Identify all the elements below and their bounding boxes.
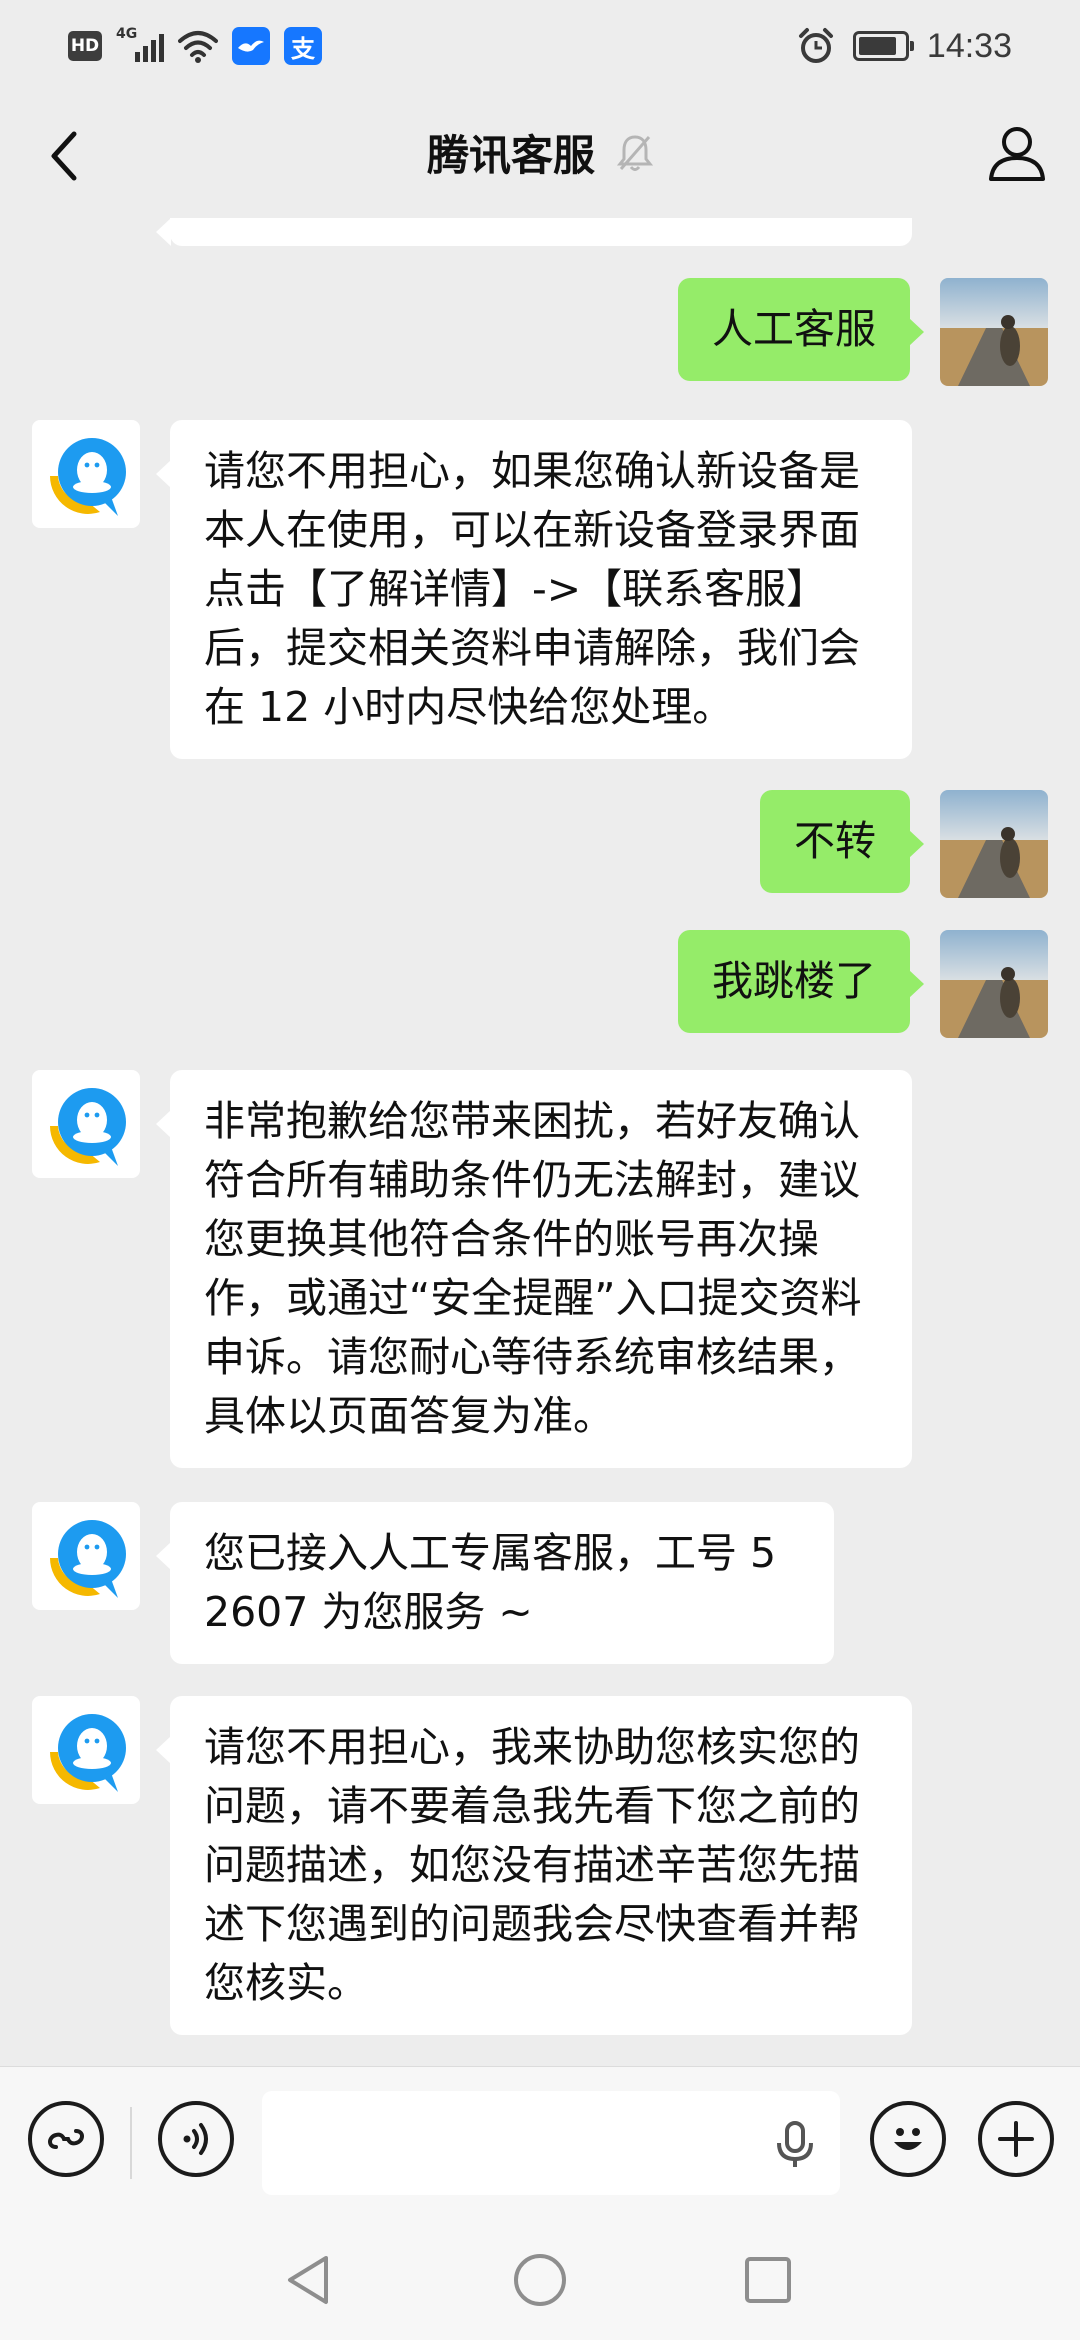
user-avatar-photo-icon <box>940 930 1048 1038</box>
message-text: 请您不用担心，如果您确认新设备是本人在使用，可以在新设备登录界面点击【了解详情】… <box>204 447 860 731</box>
qq-service-logo-icon <box>50 1520 126 1598</box>
message-bubble-outgoing[interactable]: 我跳楼了 <box>678 930 924 1033</box>
wifi-icon <box>178 31 218 63</box>
message-bubble-outgoing[interactable]: 人工客服 <box>678 278 924 381</box>
microphone-icon <box>777 2121 813 2167</box>
emoji-button[interactable] <box>870 2101 946 2177</box>
user-avatar[interactable] <box>940 278 1048 386</box>
status-time: 14:33 <box>926 26 1012 65</box>
hd-icon: HD <box>68 31 102 61</box>
message-text: 请您不用担心，我来协助您核实您的问题，请不要着急我先看下您之前的问题描述，如您没… <box>204 1723 860 2007</box>
alipay-icon: 支 <box>284 27 322 65</box>
message-text: 不转 <box>794 817 876 865</box>
message-bubble-incoming[interactable]: 您已接入人工专属客服，工号 52607 为您服务 ~ <box>156 1502 834 1664</box>
hd-label: HD <box>70 36 100 56</box>
more-options-button[interactable] <box>978 2101 1054 2177</box>
status-bar: HD 4G 支 14:33 <box>0 0 1080 90</box>
agent-avatar[interactable] <box>32 1696 140 1804</box>
user-avatar[interactable] <box>940 930 1048 1038</box>
mini-program-icon <box>48 2129 84 2149</box>
bird-app-icon <box>232 27 270 65</box>
system-back-button[interactable] <box>276 2248 340 2312</box>
message-input[interactable] <box>262 2091 840 2195</box>
input-divider <box>130 2107 132 2179</box>
message-text: 您已接入人工专属客服，工号 52607 为您服务 ~ <box>204 1529 777 1636</box>
alarm-icon <box>798 28 833 63</box>
qq-service-logo-icon <box>50 1088 126 1166</box>
user-avatar-photo-icon <box>940 278 1048 386</box>
battery-fill <box>858 37 896 55</box>
emoji-icon <box>894 2128 922 2150</box>
back-triangle-icon <box>288 2256 328 2304</box>
agent-avatar[interactable] <box>32 1070 140 1178</box>
message-text: 人工客服 <box>712 305 876 353</box>
recents-square-icon <box>745 2257 791 2303</box>
message-text: 非常抱歉给您带来困扰，若好友确认符合所有辅助条件仍无法解封，建议您更换其他符合条… <box>204 1097 862 1440</box>
status-icons-left: HD 4G 支 <box>68 24 322 68</box>
message-bubble-incoming[interactable]: 请您不用担心，如果您确认新设备是本人在使用，可以在新设备登录界面点击【了解详情】… <box>156 420 912 759</box>
profile-icon <box>989 127 1045 181</box>
alipay-glyph: 支 <box>291 34 315 63</box>
title-wrap: 腾讯客服 <box>0 122 1080 183</box>
system-home-button[interactable] <box>508 2248 572 2312</box>
plus-icon <box>998 2121 1034 2157</box>
voice-mode-button[interactable] <box>158 2101 234 2177</box>
message-bubble-incoming-partial[interactable] <box>156 218 912 246</box>
chat-message-list[interactable]: 人工客服 请您不用担心，如果您确认新设备是本人在使用，可以在新设备登录界面点击【… <box>0 218 1080 2066</box>
profile-button[interactable] <box>980 116 1054 190</box>
chat-title: 腾讯客服 <box>426 131 595 180</box>
message-bubble-incoming[interactable]: 非常抱歉给您带来困扰，若好友确认符合所有辅助条件仍无法解封，建议您更换其他符合条… <box>156 1070 912 1468</box>
battery-charging-icon <box>852 31 914 61</box>
message-text: 我跳楼了 <box>712 957 876 1005</box>
agent-avatar[interactable] <box>32 1502 140 1610</box>
mini-program-button[interactable] <box>28 2101 104 2177</box>
microphone-button[interactable] <box>770 2119 820 2169</box>
user-avatar[interactable] <box>940 790 1048 898</box>
user-avatar-photo-icon <box>940 790 1048 898</box>
system-navigation-bar <box>0 2218 1080 2340</box>
signal-icon: 4G <box>116 26 164 66</box>
agent-avatar[interactable] <box>32 420 140 528</box>
voice-icon <box>183 2123 208 2155</box>
message-bubble-outgoing[interactable]: 不转 <box>760 790 924 893</box>
status-icons-right: 14:33 <box>797 24 1012 68</box>
home-circle-icon <box>514 2254 566 2306</box>
message-bubble-incoming[interactable]: 请您不用担心，我来协助您核实您的问题，请不要着急我先看下您之前的问题描述，如您没… <box>156 1696 912 2035</box>
qq-service-logo-icon <box>50 1714 126 1792</box>
mute-bell-icon <box>617 134 653 171</box>
chat-header: 腾讯客服 <box>0 90 1080 218</box>
qq-service-logo-icon <box>50 438 126 516</box>
input-bar <box>0 2066 1080 2218</box>
system-recents-button[interactable] <box>736 2248 800 2312</box>
